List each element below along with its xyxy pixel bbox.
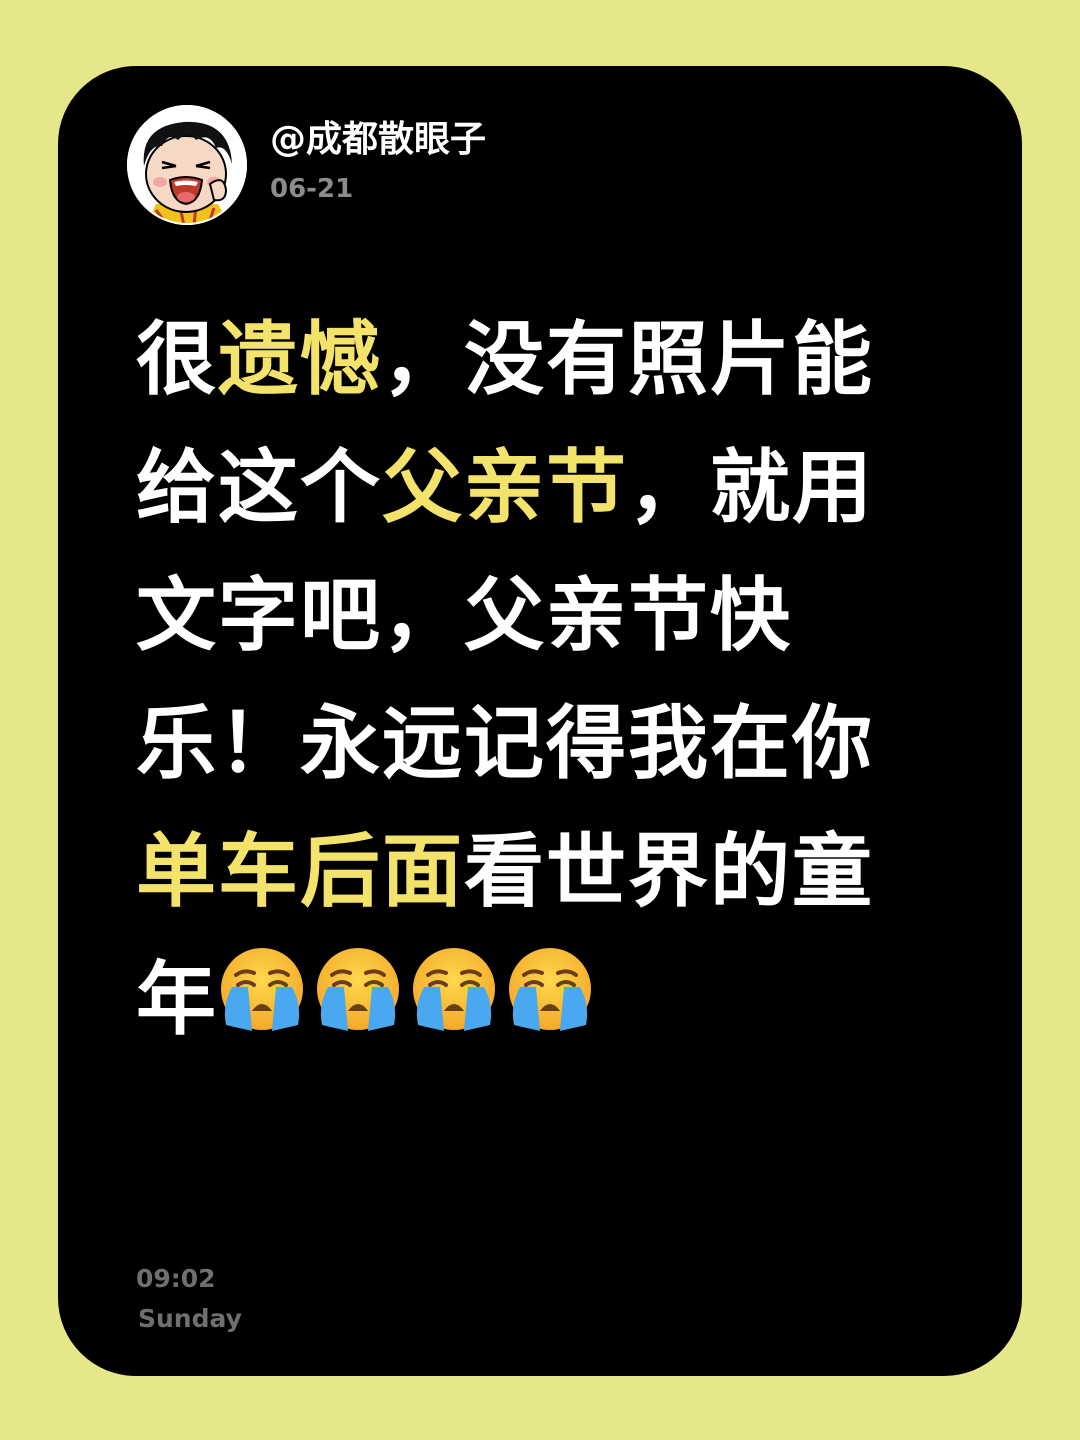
- author-handle[interactable]: @成都散眼子: [270, 110, 486, 162]
- post-date: 06-21: [270, 174, 354, 204]
- loudly-crying-face-icon: [218, 945, 306, 1033]
- cartoon-avatar-icon: [127, 105, 247, 225]
- post-card: @成都散眼子 06-21 很遗憾，没有照片能给这个父亲节，就用文字吧，父亲节快乐…: [58, 66, 1022, 1376]
- highlighted-text: 单车后面: [136, 825, 464, 918]
- avatar[interactable]: [126, 104, 248, 226]
- loudly-crying-face-icon: [314, 945, 402, 1033]
- post-time: 09:02: [136, 1264, 216, 1293]
- post-weekday: Sunday: [138, 1304, 242, 1333]
- loudly-crying-face-icon: [410, 945, 498, 1033]
- post-body: 很遗憾，没有照片能给这个父亲节，就用文字吧，父亲节快乐！永远记得我在你单车后面看…: [136, 296, 896, 1064]
- loudly-crying-face-icon: [506, 945, 594, 1033]
- post-text: 很: [136, 313, 218, 406]
- highlighted-text: 遗憾: [218, 313, 382, 406]
- highlighted-text: 父亲节: [382, 441, 628, 534]
